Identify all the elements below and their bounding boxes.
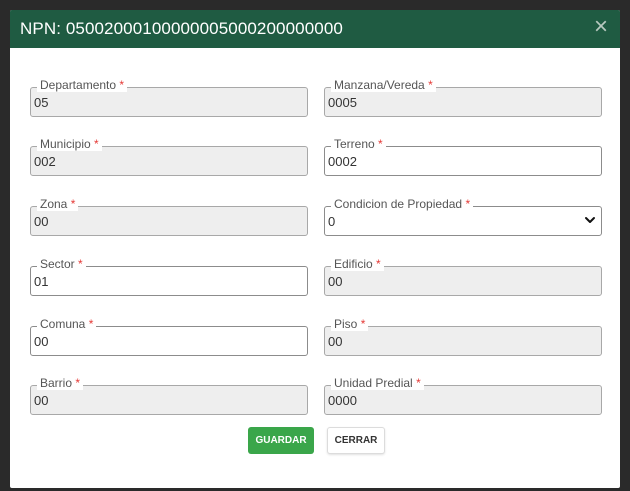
edificio-field[interactable]: Edificio * 00 — [324, 257, 602, 296]
required-marker: * — [428, 78, 433, 92]
manzana-vereda-value: 0005 — [328, 95, 357, 110]
condicion-propiedad-label: Condicion de Propiedad — [334, 197, 463, 211]
barrio-label: Barrio — [40, 376, 73, 390]
sector-field[interactable]: Sector * 01 — [30, 257, 308, 296]
npn-dialog: NPN: 05002000100000005000200000000 × Dep… — [10, 10, 620, 488]
unidad-predial-label: Unidad Predial — [334, 376, 413, 390]
departamento-field[interactable]: Departamento * 05 — [30, 78, 308, 117]
dialog-title: NPN: 05002000100000005000200000000 — [20, 19, 343, 38]
required-marker: * — [119, 78, 125, 92]
barrio-value: 00 — [34, 393, 49, 408]
terreno-value: 0002 — [328, 154, 357, 169]
manzana-vereda-field[interactable]: Manzana/Vereda * 0005 — [324, 78, 602, 117]
condicion-propiedad-select[interactable]: Condicion de Propiedad * 0 — [324, 197, 602, 236]
edificio-value: 00 — [328, 274, 343, 289]
condicion-propiedad-value: 0 — [328, 214, 336, 229]
municipio-label: Municipio — [40, 137, 91, 151]
piso-field[interactable]: Piso * 00 — [324, 317, 602, 356]
required-marker: * — [94, 137, 99, 151]
unidad-predial-field[interactable]: Unidad Predial * 0000 — [324, 376, 602, 415]
zona-field[interactable]: Zona * 00 — [30, 197, 308, 236]
required-marker: * — [376, 257, 381, 271]
required-marker: * — [75, 376, 81, 390]
terreno-label: Terreno — [334, 137, 375, 151]
edificio-label: Edificio — [334, 257, 373, 271]
zona-label: Zona — [40, 197, 68, 211]
comuna-value: 00 — [34, 334, 49, 349]
required-marker: * — [360, 317, 366, 331]
departamento-value: 05 — [34, 95, 49, 110]
departamento-label: Departamento — [40, 78, 117, 92]
unidad-predial-value: 0000 — [328, 393, 357, 408]
required-marker: * — [416, 376, 421, 390]
barrio-field[interactable]: Barrio * 00 — [30, 376, 308, 415]
dialog-header: NPN: 05002000100000005000200000000 × — [10, 10, 620, 48]
required-marker: * — [88, 317, 94, 331]
required-marker: * — [78, 257, 83, 271]
sector-label: Sector — [40, 257, 75, 271]
comuna-label: Comuna — [40, 317, 86, 331]
required-marker: * — [378, 137, 383, 151]
manzana-vereda-label: Manzana/Vereda — [334, 78, 425, 92]
close-icon[interactable]: × — [588, 13, 614, 41]
required-marker: * — [70, 197, 76, 211]
municipio-value: 002 — [34, 154, 56, 169]
terreno-field[interactable]: Terreno * 0002 — [324, 137, 602, 176]
required-marker: * — [465, 197, 471, 211]
save-button[interactable]: GUARDAR — [248, 427, 314, 454]
municipio-field[interactable]: Municipio * 002 — [30, 137, 308, 176]
close-button[interactable]: CERRAR — [327, 427, 385, 454]
chevron-down-icon[interactable] — [583, 213, 597, 227]
piso-value: 00 — [328, 334, 343, 349]
sector-value: 01 — [34, 274, 49, 289]
zona-value: 00 — [34, 214, 49, 229]
piso-label: Piso — [334, 317, 358, 331]
comuna-field[interactable]: Comuna * 00 — [30, 317, 308, 356]
